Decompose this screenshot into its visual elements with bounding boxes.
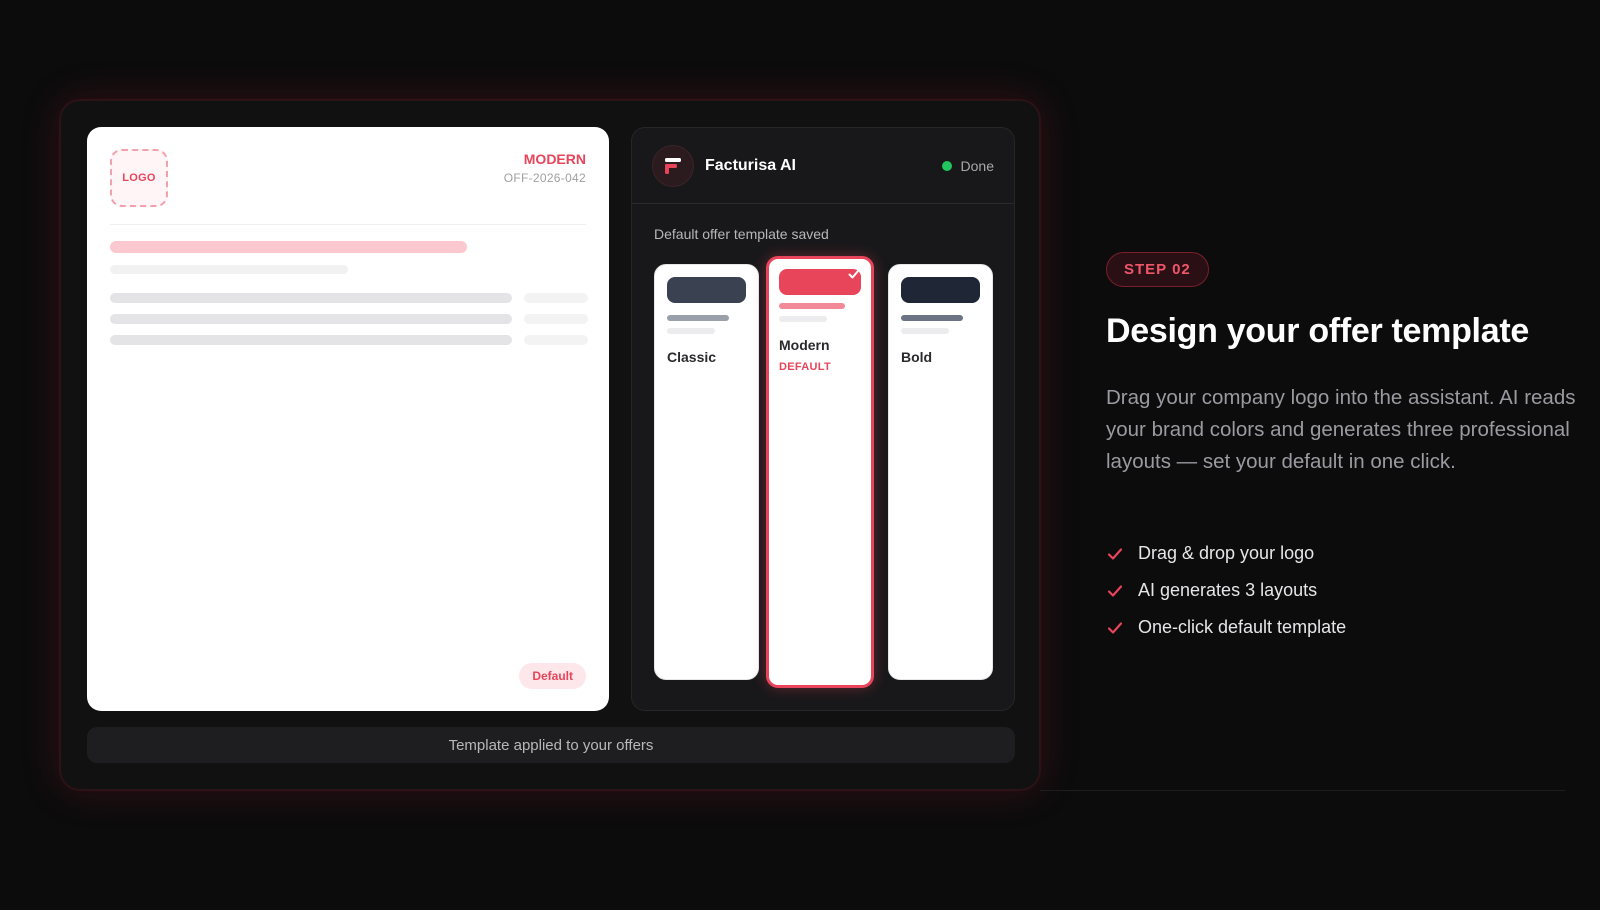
template-card-classic[interactable]: Classic [654,264,759,680]
doc-line-placeholder [110,335,512,345]
status-dot-icon [941,160,952,171]
template-header-preview [901,277,980,303]
template-line-preview [667,315,729,321]
check-icon [1106,619,1126,637]
section-description: Drag your company logo into the assistan… [1106,386,1576,473]
check-icon [845,265,863,283]
section-divider [1040,790,1565,791]
doc-line-placeholder [110,293,512,303]
doc-value-placeholder [524,314,588,324]
check-icon [1106,545,1126,563]
template-line-preview [779,316,827,322]
facturisa-logo-icon [652,144,694,187]
doc-title-placeholder [110,241,467,253]
template-card-bold[interactable]: Bold [888,264,993,680]
template-line-preview [901,315,963,321]
feature-text: Drag & drop your logo [1138,543,1315,563]
feature-item: AI generates 3 layouts [1106,572,1346,609]
template-line-preview [901,328,949,334]
assistant-name: Facturisa AI [705,156,796,174]
template-default-tag: DEFAULT [779,361,832,373]
feature-item: Drag & drop your logo [1106,535,1346,572]
doc-divider [110,224,586,225]
template-header-preview [667,277,746,303]
demo-frame: LOGO MODERN OFF-2026-042 Default Facturi… [60,100,1040,790]
feature-item: One-click default template [1106,609,1346,646]
template-name: Bold [901,349,933,365]
check-icon [1106,582,1126,600]
template-name: Modern [779,337,830,353]
logo-placeholder-label: LOGO [122,172,156,184]
offer-preview: LOGO MODERN OFF-2026-042 Default [87,127,609,711]
assistant-header: Facturisa AI Done [632,128,1014,204]
step-badge: STEP 02 [1106,252,1209,287]
section-title: Design your offer template [1106,312,1529,350]
status-text: Done [960,157,994,174]
assistant-panel: Facturisa AI Done Default offer template… [631,127,1015,711]
assistant-message: Default offer template saved [654,226,829,242]
page: LOGO MODERN OFF-2026-042 Default Facturi… [0,0,1600,910]
default-badge: Default [519,663,586,689]
assistant-status: Done [941,157,994,174]
feature-list: Drag & drop your logo AI generates 3 lay… [1106,535,1346,646]
template-card-modern[interactable]: Modern DEFAULT [766,256,874,688]
doc-value-placeholder [524,293,588,303]
doc-value-placeholder [524,335,588,345]
doc-subtitle-placeholder [110,265,348,274]
template-line-preview [779,303,845,309]
logo-dropzone[interactable]: LOGO [110,149,168,207]
offer-number: OFF-2026-042 [503,171,586,185]
feature-text: AI generates 3 layouts [1138,580,1318,600]
doc-line-placeholder [110,314,512,324]
template-style-label: MODERN [523,151,586,167]
template-name: Classic [667,349,717,365]
feature-text: One-click default template [1138,617,1347,637]
template-applied-status: Template applied to your offers [87,727,1015,763]
template-line-preview [667,328,715,334]
